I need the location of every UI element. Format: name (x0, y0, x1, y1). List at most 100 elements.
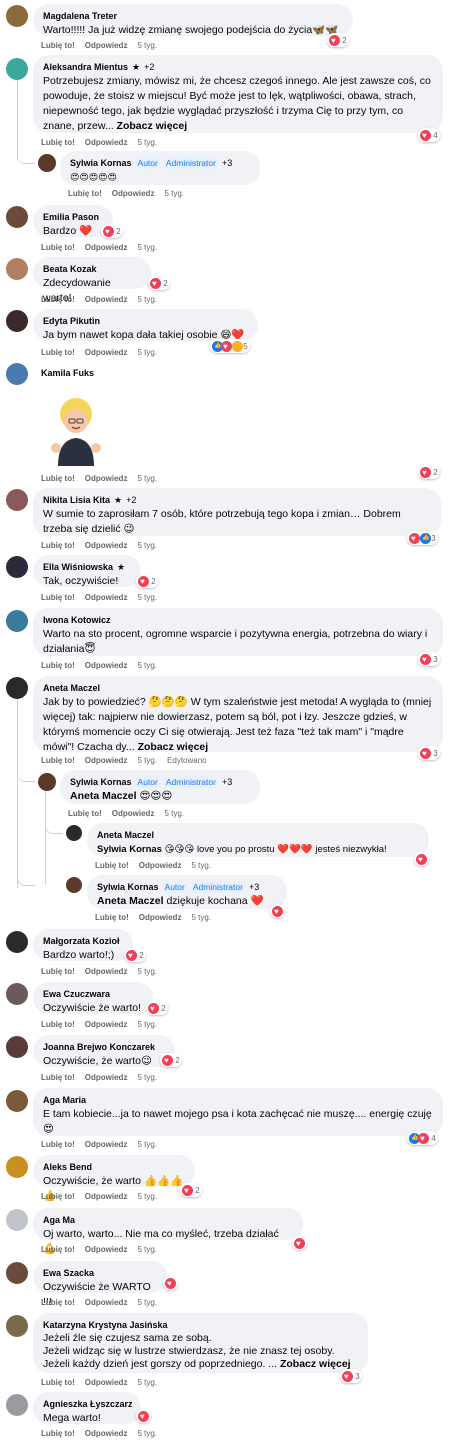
reply-button[interactable]: Odpowiedz (85, 541, 128, 550)
timestamp[interactable]: 5 tyg. (137, 593, 157, 602)
timestamp[interactable]: 5 tyg. (191, 861, 211, 870)
reply-button[interactable]: Odpowiedz (85, 1245, 128, 1254)
avatar[interactable] (6, 1036, 28, 1058)
timestamp[interactable]: 5 tyg. (164, 189, 184, 198)
timestamp[interactable]: 5 tyg. (137, 1429, 157, 1438)
like-button[interactable]: Lubię to! (41, 967, 75, 976)
see-more-link[interactable]: Zobacz więcej (138, 741, 209, 753)
like-button[interactable]: Lubię to! (41, 348, 75, 357)
timestamp[interactable]: 5 tyg. (137, 1298, 157, 1307)
reply-button[interactable]: Odpowiedz (85, 295, 128, 304)
timestamp[interactable]: 5 tyg. (137, 541, 157, 550)
reply-button[interactable]: Odpowiedz (85, 41, 128, 50)
avatar[interactable] (6, 1156, 28, 1178)
mention-link[interactable]: Aneta Maczel (97, 895, 164, 907)
comment-author[interactable]: Sylwia Kornas Autor Administrator +3 (97, 881, 277, 893)
timestamp[interactable]: 5 tyg. (137, 348, 157, 357)
comment-author[interactable]: Małgorzata Kozioł (43, 935, 123, 947)
comment-author[interactable]: Ewa Czuczwara (43, 988, 143, 1000)
like-button[interactable]: Lubię to! (41, 756, 75, 765)
avatar[interactable] (6, 5, 28, 27)
reaction-count[interactable]: 2 (180, 1183, 202, 1197)
comment-author[interactable]: Ella Wiśniowska ★ (43, 561, 131, 573)
reply-button[interactable]: Odpowiedz (112, 809, 155, 818)
comment-author[interactable]: Sylwia Kornas Autor Administrator +3 (70, 157, 250, 169)
avatar[interactable] (6, 310, 28, 332)
reaction-count[interactable] (414, 852, 429, 866)
reply-button[interactable]: Odpowiedz (85, 1140, 128, 1149)
timestamp[interactable]: 5 tyg. (137, 967, 157, 976)
timestamp[interactable]: 5 tyg. (137, 756, 157, 765)
comment-author[interactable]: Aga Maria (43, 1094, 433, 1106)
timestamp[interactable]: 5 tyg. (137, 1378, 157, 1387)
comment-author[interactable]: Emilia Pason (43, 211, 103, 223)
reaction-count[interactable] (136, 1409, 151, 1423)
comment-author[interactable]: Joanna Brejwo Konczarek (43, 1041, 165, 1053)
comment-author[interactable]: Iwona Kotowicz (43, 614, 433, 626)
like-button[interactable]: Lubię to! (41, 41, 75, 50)
avatar[interactable] (6, 58, 28, 80)
like-button[interactable]: Lubię to! (68, 189, 102, 198)
avatar[interactable] (6, 610, 28, 632)
reaction-count[interactable]: 2 (160, 1053, 182, 1067)
avatar[interactable] (6, 677, 28, 699)
reply-button[interactable]: Odpowiedz (85, 1298, 128, 1307)
mention-link[interactable]: Aneta Maczel (70, 790, 137, 802)
like-button[interactable]: Lubię to! (41, 243, 75, 252)
comment-author[interactable]: Sylwia Kornas Autor Administrator +3 (70, 776, 250, 788)
avatar[interactable] (6, 206, 28, 228)
comment-author[interactable]: Aneta Maczel (97, 829, 419, 841)
reply-button[interactable]: Odpowiedz (85, 661, 128, 670)
comment-author[interactable]: Kamila Fuks (41, 367, 94, 379)
mention-link[interactable]: Sylwia Kornas (97, 844, 162, 855)
like-button[interactable]: Lubię to! (41, 474, 75, 483)
reply-button[interactable]: Odpowiedz (85, 138, 128, 147)
comment-author[interactable]: Aleks Bend (43, 1161, 185, 1173)
reaction-count[interactable]: 5 (210, 339, 250, 353)
like-button[interactable]: Lubię to! (41, 138, 75, 147)
timestamp[interactable]: 5 tyg. (137, 41, 157, 50)
avatar[interactable] (38, 773, 56, 791)
avatar[interactable] (6, 363, 28, 385)
like-button[interactable]: Lubię to! (41, 1429, 75, 1438)
reaction-count[interactable]: 3 (407, 531, 438, 545)
reaction-count[interactable]: 2 (327, 33, 349, 47)
avatar[interactable] (6, 1262, 28, 1284)
avatar[interactable] (6, 1090, 28, 1112)
timestamp[interactable]: 5 tyg. (137, 661, 157, 670)
reply-button[interactable]: Odpowiedz (85, 1192, 128, 1201)
reaction-count[interactable]: 3 (340, 1369, 362, 1383)
comment-author[interactable]: Beata Kozak (43, 263, 141, 275)
like-button[interactable]: Lubię to! (41, 1378, 75, 1387)
avatar[interactable] (66, 877, 82, 893)
timestamp[interactable]: 5 tyg. (137, 138, 157, 147)
like-button[interactable]: Lubię to! (41, 1192, 75, 1201)
see-more-link[interactable]: Zobacz więcej (280, 1358, 351, 1370)
avatar[interactable] (6, 556, 28, 578)
reaction-count[interactable] (270, 904, 285, 918)
reply-button[interactable]: Odpowiedz (85, 1073, 128, 1082)
avatar[interactable] (6, 931, 28, 953)
reply-button[interactable]: Odpowiedz (112, 189, 155, 198)
reply-button[interactable]: Odpowiedz (85, 1378, 128, 1387)
reaction-count[interactable]: 2 (124, 948, 146, 962)
like-button[interactable]: Lubię to! (41, 541, 75, 550)
timestamp[interactable]: 5 tyg. (191, 913, 211, 922)
avatar[interactable] (66, 825, 82, 841)
reaction-count[interactable]: 2 (418, 465, 440, 479)
reply-button[interactable]: Odpowiedz (85, 593, 128, 602)
reaction-count[interactable] (292, 1236, 307, 1250)
timestamp[interactable]: 5 tyg. (137, 1192, 157, 1201)
timestamp[interactable]: 5 tyg. (137, 1140, 157, 1149)
avatar[interactable] (6, 1315, 28, 1337)
timestamp[interactable]: 5 tyg. (137, 243, 157, 252)
timestamp[interactable]: 5 tyg. (137, 1245, 157, 1254)
like-button[interactable]: Lubię to! (41, 1245, 75, 1254)
like-button[interactable]: Lubię to! (41, 1020, 75, 1029)
comment-author[interactable]: Aleksandra Mientus ★ +2 (43, 61, 433, 73)
like-button[interactable]: Lubię to! (41, 1073, 75, 1082)
reply-button[interactable]: Odpowiedz (139, 861, 182, 870)
reaction-count[interactable]: 4 (418, 128, 440, 142)
timestamp[interactable]: 5 tyg. (164, 809, 184, 818)
reaction-count[interactable]: 3 (418, 746, 440, 760)
